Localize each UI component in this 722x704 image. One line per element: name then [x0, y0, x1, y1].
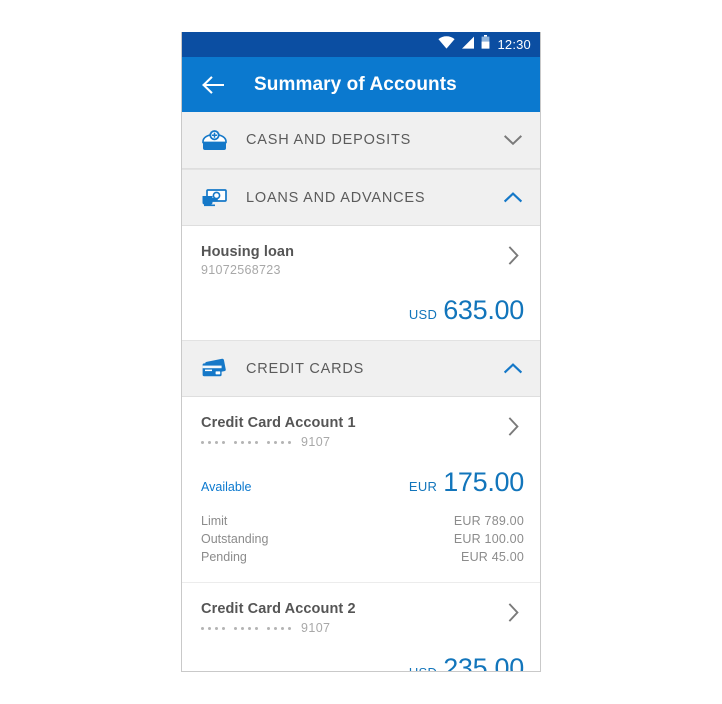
section-title: LOANS AND ADVANCES [246, 189, 426, 206]
masked-card-number: 9107 [201, 435, 504, 449]
chevron-right-icon[interactable] [504, 416, 524, 436]
mask-group [234, 440, 258, 444]
detail-label: Pending [201, 550, 247, 564]
cash-deposit-icon [200, 128, 228, 152]
chevron-up-icon[interactable] [502, 358, 524, 380]
account-identity: Credit Card Account 1 9107 [201, 415, 504, 449]
chevron-down-icon[interactable] [502, 129, 524, 151]
amount-value: 635.00 [443, 295, 524, 325]
account-balance: USD 235.00 [201, 653, 524, 672]
chevron-right-icon[interactable] [504, 602, 524, 622]
page-title: Summary of Accounts [254, 73, 457, 95]
balance-amount: EUR 175.00 [409, 469, 524, 496]
card-last-four: 9107 [301, 621, 331, 635]
section-header-loans-and-advances[interactable]: LOANS AND ADVANCES [182, 169, 540, 226]
phone-viewport: 12:30 Summary of Accounts CASH AND DEPOS… [181, 32, 541, 672]
account-row[interactable]: Credit Card Account 2 9107 235.00 [182, 582, 540, 671]
balance-label: Available [201, 480, 252, 494]
section-title: CASH AND DEPOSITS [246, 132, 412, 148]
detail-value: EUR 789.00 [453, 514, 524, 528]
detail-value: EUR 100.00 [453, 532, 524, 546]
accounts-credit-cards: Credit Card Account 1 9107 Available EUR… [182, 397, 540, 671]
account-balance: USD 635.00 [201, 297, 524, 324]
currency-code: USD [408, 307, 438, 322]
balance-amount: USD 235.00 [409, 653, 524, 672]
account-identity: Credit Card Account 2 9107 [201, 601, 504, 635]
section-header-cash-and-deposits[interactable]: CASH AND DEPOSITS [182, 112, 540, 169]
balance-amount: USD 635.00 [409, 297, 524, 324]
account-name: Credit Card Account 1 [201, 415, 356, 431]
mask-group [267, 626, 291, 630]
chevron-right-icon[interactable] [504, 245, 524, 265]
status-bar-clock: 12:30 [497, 37, 531, 52]
status-bar-icons [438, 35, 490, 54]
detail-row: Pending EUR 45.00 [201, 548, 524, 566]
account-number: 91072568723 [201, 263, 281, 277]
card-detail-table: Limit EUR 789.00 Outstanding EUR 100.00 … [201, 512, 524, 566]
chevron-up-icon[interactable] [502, 187, 524, 209]
mask-group [267, 440, 291, 444]
currency-code: EUR [408, 479, 438, 494]
detail-label: Limit [201, 514, 228, 528]
section-title: CREDIT CARDS [246, 360, 365, 377]
masked-card-number: 9107 [201, 621, 504, 635]
section-header-credit-cards[interactable]: CREDIT CARDS [182, 340, 540, 397]
credit-cards-icon [200, 357, 228, 381]
detail-value: EUR 45.00 [461, 550, 524, 564]
screen: 12:30 Summary of Accounts CASH AND DEPOS… [0, 0, 722, 704]
account-row[interactable]: Housing loan 91072568723 USD 635.00 [182, 226, 540, 340]
amount-value: 175.00 [443, 467, 524, 497]
detail-row: Limit EUR 789.00 [201, 512, 524, 530]
account-identity: Housing loan 91072568723 [201, 244, 504, 277]
loan-banknote-icon [200, 186, 228, 210]
mask-group [234, 626, 258, 630]
app-bar: Summary of Accounts [182, 57, 540, 112]
status-bar: 12:30 [182, 32, 540, 57]
mask-group [201, 440, 225, 444]
battery-icon [481, 35, 490, 54]
amount-value: 235.00 [443, 653, 524, 672]
wifi-icon [438, 35, 456, 54]
account-row[interactable]: Credit Card Account 1 9107 Available EUR… [182, 397, 540, 582]
account-row-header: Credit Card Account 2 9107 [201, 601, 524, 635]
mask-group [201, 626, 225, 630]
back-arrow-icon[interactable] [198, 70, 228, 100]
signal-icon [461, 36, 475, 54]
detail-label: Outstanding [201, 532, 269, 546]
card-last-four: 9107 [301, 435, 331, 449]
accounts-list[interactable]: CASH AND DEPOSITS LOANS AND ADVANCES Hou… [182, 112, 540, 671]
detail-row: Outstanding EUR 100.00 [201, 530, 524, 548]
account-row-header: Credit Card Account 1 9107 [201, 415, 524, 449]
account-name: Credit Card Account 2 [201, 601, 356, 617]
accounts-loans-and-advances: Housing loan 91072568723 USD 635.00 [182, 226, 540, 340]
account-balance: Available EUR 175.00 [201, 469, 524, 496]
account-name: Housing loan [201, 244, 295, 260]
currency-code: USD [409, 665, 437, 671]
account-row-header: Housing loan 91072568723 [201, 244, 524, 277]
